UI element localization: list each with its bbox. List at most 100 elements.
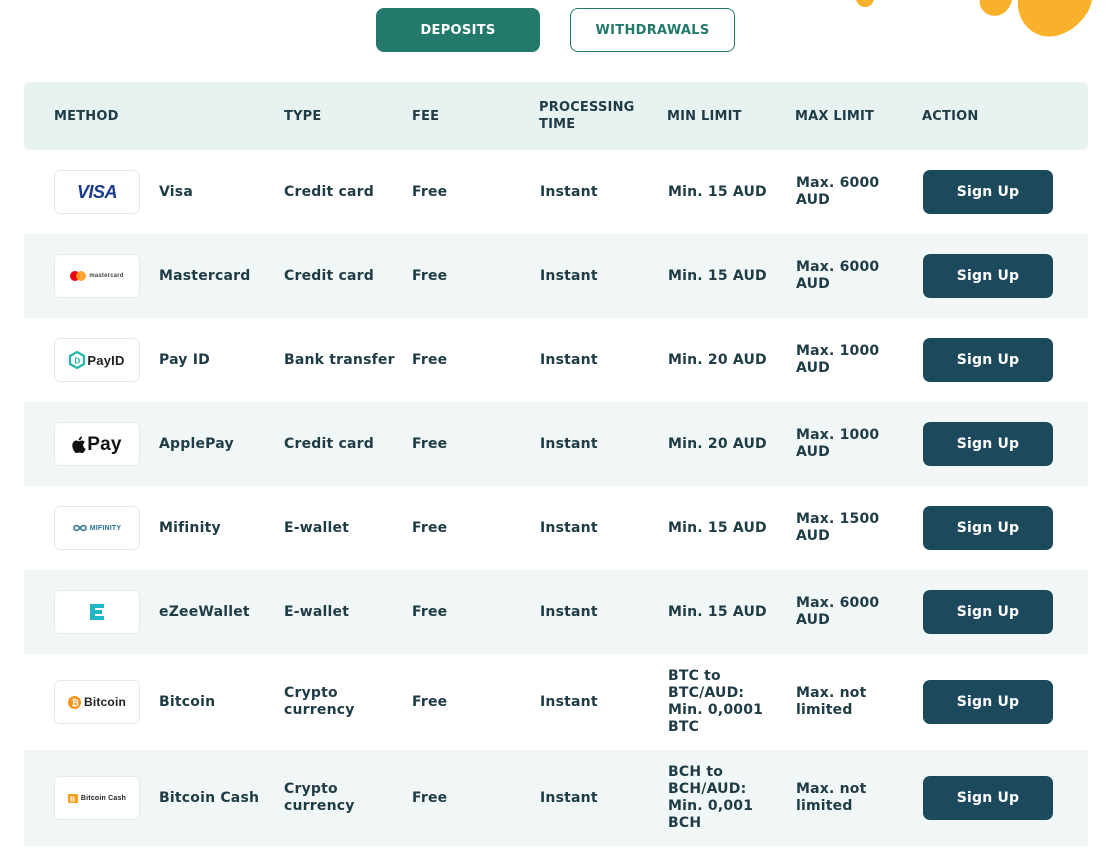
ezeewallet-logo [54,590,140,634]
mifinity-logo: MIFINITY [54,506,140,550]
method-name: Mifinity [159,519,221,536]
visa-logo: VISA [54,170,140,214]
apple-icon [72,436,86,453]
method-name: Visa [159,183,193,200]
method-min-limit: Min. 20 AUD [668,435,767,452]
applepay-logo: Pay [54,422,140,466]
method-type: Credit card [284,183,374,200]
header-max-limit: MAX LIMIT [795,108,875,124]
mastercard-logo: mastercard [54,254,140,298]
method-max-limit: Max. 1000 AUD [796,343,880,376]
svg-text:D: D [75,357,81,366]
payid-hexagon-icon: D [69,351,86,369]
infinity-icon [72,524,87,532]
table-header: METHOD TYPE FEE PROCESSING TIME MIN LIMI… [24,82,1088,150]
sign-up-button[interactable]: Sign Up [923,590,1053,634]
method-type: Crypto currency [284,781,355,814]
bitcoin-cash-logo: B Bitcoin Cash [54,776,140,820]
table-row: VISA Visa Credit card Free Instant Min. … [24,150,1088,234]
method-type: Credit card [284,267,374,284]
method-type: Bank transfer [284,351,395,368]
tab-withdrawals[interactable]: WITHDRAWALS [570,8,735,52]
method-processing-time: Instant [540,183,598,200]
method-fee: Free [412,267,448,284]
table-row: mastercard Mastercard Credit card Free I… [24,234,1088,318]
method-name: Pay ID [159,351,210,368]
svg-text:₿: ₿ [72,698,80,708]
method-fee: Free [412,351,448,368]
header-processing-time: PROCESSING TIME [539,100,635,132]
method-min-limit: BTC to BTC/AUD: Min. 0,0001 BTC [668,668,764,735]
method-name: Bitcoin [159,693,216,710]
visa-logo-text: VISA [76,181,118,202]
method-type: E-wallet [284,519,350,536]
method-name: eZeeWallet [159,603,250,620]
header-fee: FEE [412,108,440,124]
method-max-limit: Max. 1500 AUD [796,511,880,544]
method-min-limit: Min. 15 AUD [668,519,767,536]
sign-up-button[interactable]: Sign Up [923,338,1053,382]
applepay-logo-text: Pay [87,433,122,455]
method-max-limit: Max. 6000 AUD [796,259,880,292]
table-row: MIFINITY Mifinity E-wallet Free Instant … [24,486,1088,570]
method-fee: Free [412,183,448,200]
method-processing-time: Instant [540,693,598,710]
sign-up-button[interactable]: Sign Up [923,170,1053,214]
method-processing-time: Instant [540,267,598,284]
sign-up-button[interactable]: Sign Up [923,422,1053,466]
method-max-limit: Max. not limited [796,685,867,718]
method-processing-time: Instant [540,789,598,806]
method-min-limit: Min. 15 AUD [668,603,767,620]
method-fee: Free [412,519,448,536]
table-row: Pay ApplePay Credit card Free Instant Mi… [24,402,1088,486]
tab-deposits[interactable]: DEPOSITS [376,8,540,52]
sign-up-button[interactable]: Sign Up [923,254,1053,298]
method-max-limit: Max. 1000 AUD [796,427,880,460]
method-name: ApplePay [159,435,234,452]
method-fee: Free [412,603,448,620]
method-min-limit: Min. 15 AUD [668,267,767,284]
method-processing-time: Instant [540,603,598,620]
method-fee: Free [412,693,448,710]
method-type: Credit card [284,435,374,452]
method-max-limit: Max. 6000 AUD [796,175,880,208]
table-row: ₿ Bitcoin Bitcoin Crypto currency Free I… [24,654,1088,750]
table-row: D PayID Pay ID Bank transfer Free Instan… [24,318,1088,402]
payment-methods-table: METHOD TYPE FEE PROCESSING TIME MIN LIMI… [24,82,1088,846]
bitcoin-icon: ₿ [67,695,81,709]
method-fee: Free [412,435,448,452]
sign-up-button[interactable]: Sign Up [923,506,1053,550]
method-processing-time: Instant [540,351,598,368]
ezeewallet-icon [90,604,104,620]
method-fee: Free [412,789,448,806]
method-type: E-wallet [284,603,350,620]
method-min-limit: Min. 20 AUD [668,351,767,368]
method-name: Mastercard [159,267,251,284]
bitcoin-cash-logo-text: Bitcoin Cash [80,794,127,802]
header-action: ACTION [922,108,979,124]
method-max-limit: Max. 6000 AUD [796,595,880,628]
method-type: Crypto currency [284,685,355,718]
mastercard-logo-text: mastercard [89,272,124,279]
mastercard-circles-icon [70,271,87,281]
header-method: METHOD [54,108,119,124]
bitcoin-cash-icon: B [67,793,78,803]
method-processing-time: Instant [540,435,598,452]
payid-logo: D PayID [54,338,140,382]
svg-text:B: B [70,796,75,803]
bitcoin-logo: ₿ Bitcoin [54,680,140,724]
sign-up-button[interactable]: Sign Up [923,776,1053,820]
bitcoin-logo-text: Bitcoin [83,694,127,709]
mifinity-logo-text: MIFINITY [89,524,122,532]
payid-logo-text: PayID [87,352,125,368]
method-name: Bitcoin Cash [159,789,260,806]
table-row: eZeeWallet E-wallet Free Instant Min. 15… [24,570,1088,654]
header-min-limit: MIN LIMIT [667,108,742,124]
sign-up-button[interactable]: Sign Up [923,680,1053,724]
payment-tabs: DEPOSITS WITHDRAWALS [0,8,1112,52]
method-min-limit: Min. 15 AUD [668,183,767,200]
header-type: TYPE [284,108,322,124]
table-row: B Bitcoin Cash Bitcoin Cash Crypto curre… [24,750,1088,846]
method-min-limit: BCH to BCH/AUD: Min. 0,001 BCH [668,764,754,831]
method-processing-time: Instant [540,519,598,536]
